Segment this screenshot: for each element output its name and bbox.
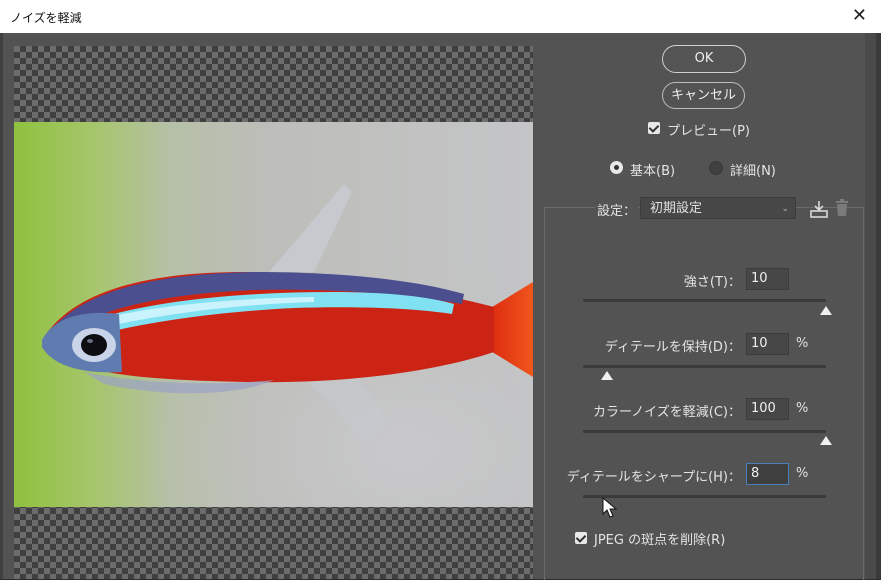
sharpen-details-unit: % bbox=[796, 466, 809, 481]
fish-photo bbox=[14, 122, 533, 507]
preserve-details-label: ディテールを保持(D)： bbox=[604, 340, 741, 355]
sharpen-details-label: ディテールをシャープに(H)： bbox=[566, 470, 741, 485]
window-title: ノイズを軽減 bbox=[10, 11, 82, 25]
chevron-down-icon: ⌄ bbox=[781, 204, 789, 214]
reduce-color-noise-label: カラーノイズを軽減(C)： bbox=[592, 405, 741, 420]
jpeg-artifact-label: JPEG の斑点を削除(R) bbox=[594, 533, 726, 548]
trash-icon[interactable] bbox=[834, 199, 850, 217]
preview-checkbox-label: プレビュー(P) bbox=[667, 124, 750, 139]
reduce-color-noise-input[interactable]: 100 bbox=[746, 398, 789, 420]
dialog-left-border bbox=[0, 33, 3, 579]
jpeg-artifact-checkbox[interactable] bbox=[575, 532, 587, 544]
mouse-cursor-icon bbox=[601, 496, 623, 519]
preview-image bbox=[14, 122, 533, 507]
title-bar: ノイズを軽減 ✕ bbox=[0, 0, 881, 33]
reduce-color-noise-slider-track[interactable] bbox=[583, 430, 826, 433]
cancel-button[interactable]: キャンセル bbox=[662, 82, 745, 109]
strength-input[interactable]: 10 bbox=[746, 268, 789, 290]
preserve-details-input[interactable]: 10 bbox=[746, 333, 789, 355]
strength-slider-thumb[interactable] bbox=[820, 306, 832, 315]
save-preset-icon[interactable] bbox=[809, 199, 829, 219]
advanced-mode-label: 詳細(N) bbox=[730, 164, 776, 179]
preserve-details-slider-thumb[interactable] bbox=[601, 371, 614, 380]
preserve-details-unit: % bbox=[796, 336, 809, 351]
settings-preset-dropdown[interactable]: 初期設定 ⌄ bbox=[640, 197, 796, 219]
basic-mode-radio[interactable] bbox=[610, 161, 623, 174]
ok-button[interactable]: OK bbox=[662, 45, 746, 73]
advanced-mode-radio[interactable] bbox=[709, 161, 723, 175]
strength-label: 強さ(T)： bbox=[683, 275, 741, 290]
basic-mode-label: 基本(B) bbox=[630, 164, 676, 179]
close-icon[interactable]: ✕ bbox=[852, 5, 867, 27]
strength-slider-track[interactable] bbox=[583, 299, 826, 302]
reduce-color-noise-slider-thumb[interactable] bbox=[820, 436, 832, 445]
background-panel-edge bbox=[876, 33, 881, 579]
settings-label: 設定： bbox=[595, 200, 639, 219]
settings-preset-value: 初期設定 bbox=[650, 201, 703, 216]
sharpen-details-input[interactable]: 8 bbox=[746, 463, 789, 485]
preview-canvas[interactable] bbox=[14, 46, 533, 579]
preserve-details-slider-track[interactable] bbox=[583, 365, 826, 368]
reduce-color-noise-unit: % bbox=[796, 401, 809, 416]
settings-group-box bbox=[544, 207, 864, 580]
preview-checkbox[interactable] bbox=[648, 122, 660, 134]
